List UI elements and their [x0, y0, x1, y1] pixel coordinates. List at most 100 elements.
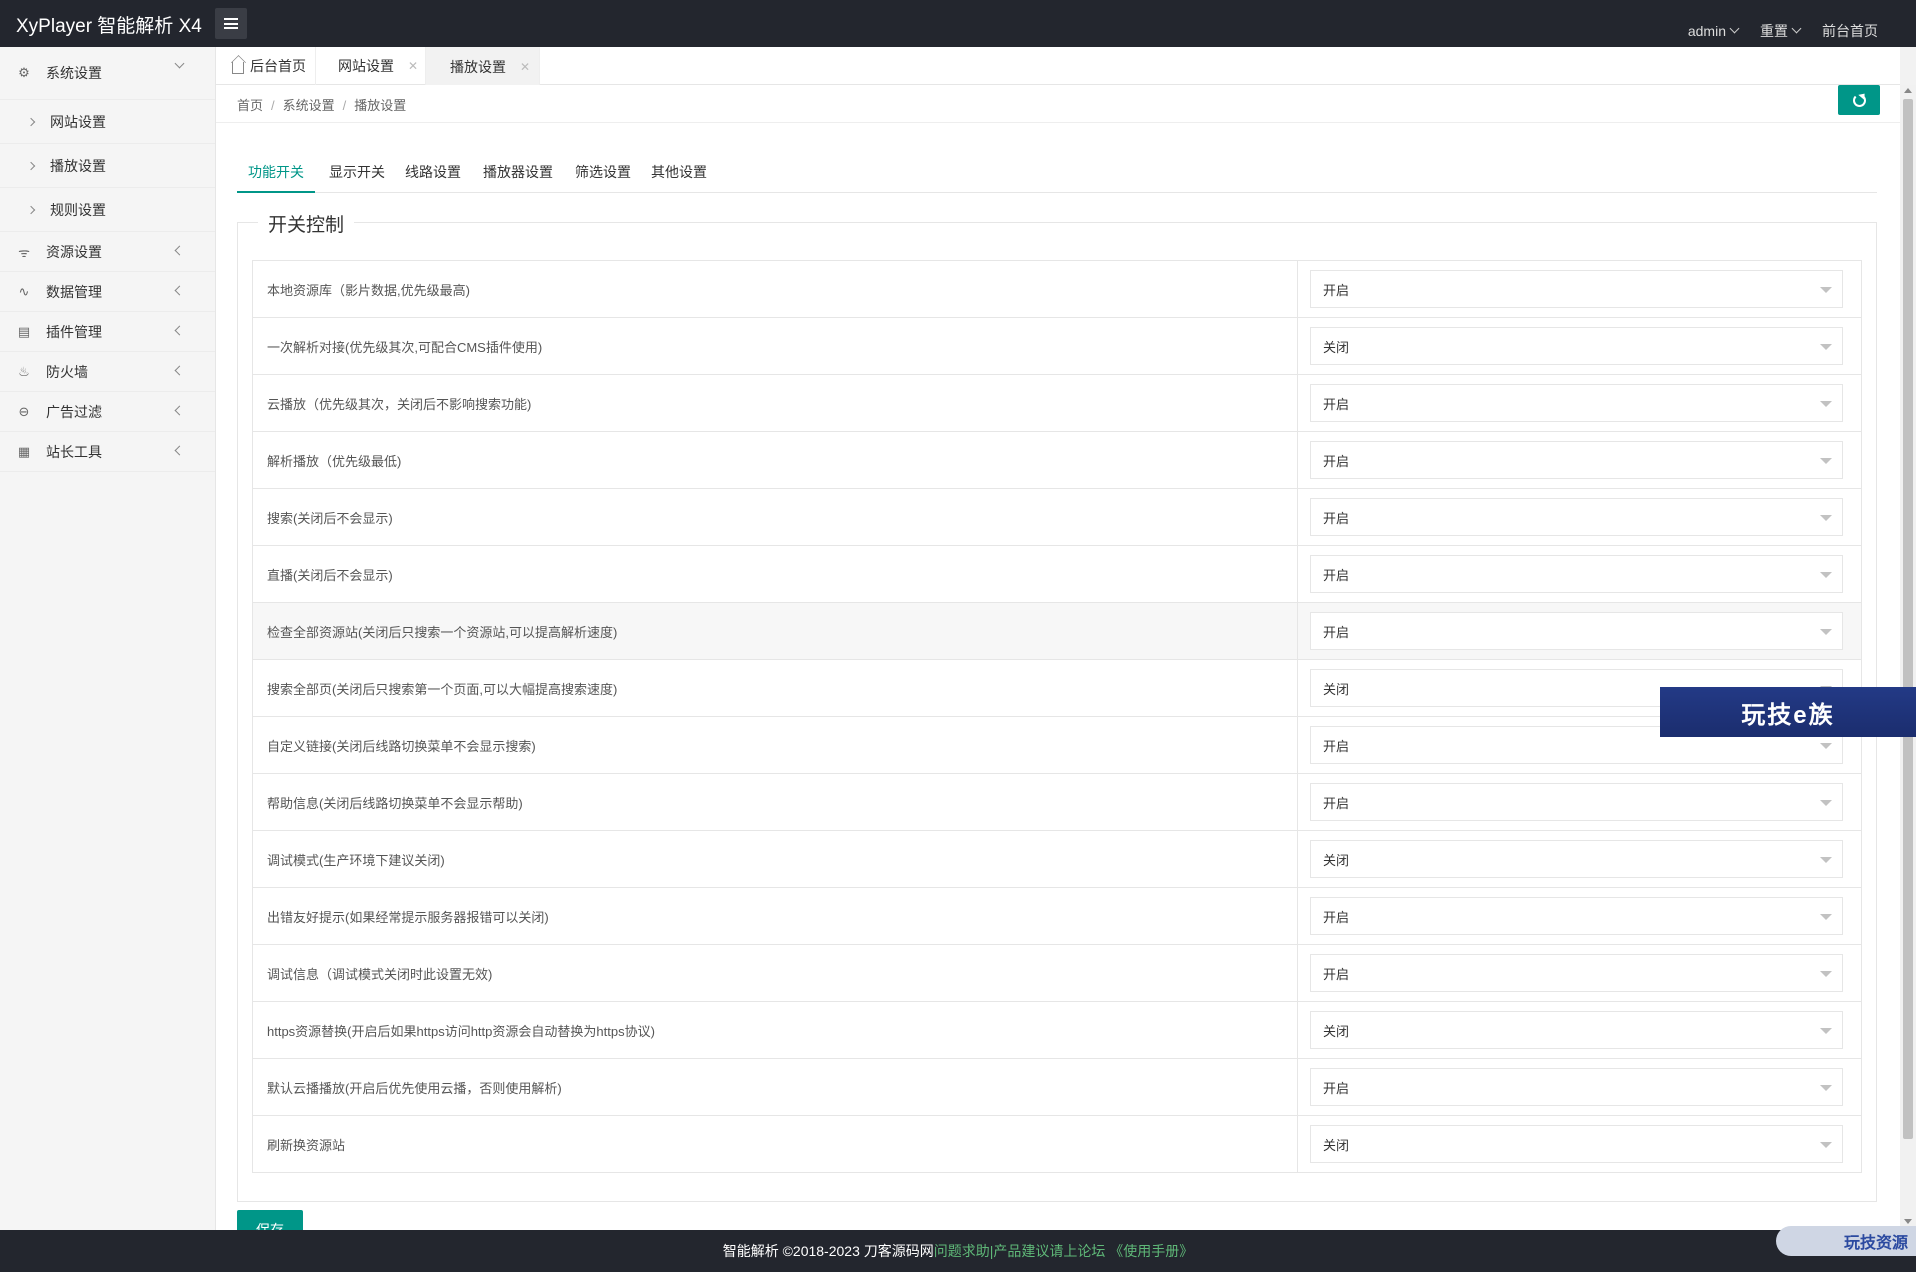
setting-select[interactable]: 关闭: [1310, 327, 1843, 365]
close-icon[interactable]: ✕: [408, 59, 418, 73]
setting-label: 检查全部资源站(关闭后只搜索一个资源站,可以提高解析速度): [253, 603, 1298, 659]
setting-value-cell: 关闭: [1298, 1116, 1861, 1172]
settings-tabs: 功能开关 显示开关 线路设置 播放器设置 筛选设置 其他设置: [237, 151, 1877, 193]
refresh-icon: [1852, 93, 1866, 107]
setting-value-cell: 开启: [1298, 603, 1861, 659]
sidebar-item-firewall[interactable]: ♨ 防火墙: [0, 352, 215, 392]
setting-row: 搜索(关闭后不会显示) 开启: [252, 489, 1862, 546]
caret-down-icon: [1820, 971, 1832, 977]
sidebar-item-webmaster-tools[interactable]: ▦ 站长工具: [0, 432, 215, 472]
sidebar-item-plugin-management[interactable]: ▤ 插件管理: [0, 312, 215, 352]
sidebar-subitem-play-settings[interactable]: 播放设置: [0, 144, 215, 188]
select-value: 开启: [1323, 1080, 1350, 1096]
sidebar-subitem-label: 网站设置: [50, 113, 106, 130]
scrollbar[interactable]: [1900, 85, 1916, 1230]
setting-row: 本地资源库（影片数据,优先级最高) 开启: [252, 261, 1862, 318]
breadcrumb-separator: /: [342, 98, 347, 113]
plugin-icon: ▤: [17, 323, 31, 339]
caret-down-icon: [1820, 914, 1832, 920]
caret-down-icon: [1820, 1085, 1832, 1091]
select-value: 开启: [1323, 624, 1350, 640]
setting-row: 刷新换资源站 关闭: [252, 1116, 1862, 1173]
fire-icon: ♨: [18, 363, 30, 379]
sidebar-item-data-management[interactable]: ∿ 数据管理: [0, 272, 215, 312]
tab-filter-settings[interactable]: 筛选设置: [573, 151, 633, 193]
footer-links[interactable]: 问题求助|产品建议请上论坛 《使用手册》: [934, 1241, 1194, 1261]
chevron-left-icon: [174, 365, 185, 376]
caret-down-icon: [1820, 401, 1832, 407]
setting-row: 直播(关闭后不会显示) 开启: [252, 546, 1862, 603]
sidebar-item-resource-settings[interactable]: ᯤ 资源设置: [0, 232, 215, 272]
page-tabs: 后台首页 网站设置 ✕ 播放设置 ✕: [216, 47, 1900, 85]
tab-route-settings[interactable]: 线路设置: [403, 151, 463, 193]
setting-select[interactable]: 开启: [1310, 441, 1843, 479]
setting-value-cell: 开启: [1298, 546, 1861, 602]
setting-select[interactable]: 关闭: [1310, 1125, 1843, 1163]
refresh-button[interactable]: [1838, 85, 1880, 115]
setting-select[interactable]: 开启: [1310, 612, 1843, 650]
setting-select[interactable]: 开启: [1310, 270, 1843, 308]
setting-select[interactable]: 开启: [1310, 1068, 1843, 1106]
setting-row: 帮助信息(关闭后线路切换菜单不会显示帮助) 开启: [252, 774, 1862, 831]
setting-label: 帮助信息(关闭后线路切换菜单不会显示帮助): [253, 774, 1298, 830]
setting-select[interactable]: 关闭: [1310, 840, 1843, 878]
frontpage-link[interactable]: 前台首页: [1822, 21, 1878, 41]
select-value: 开启: [1323, 795, 1350, 811]
setting-label: 调试信息（调试模式关闭时此设置无效): [253, 945, 1298, 1001]
top-header: XyPlayer 智能解析 X4 admin 重置 前台首页: [0, 0, 1916, 47]
caret-down-icon: [1820, 287, 1832, 293]
menu-toggle-button[interactable]: [215, 8, 247, 39]
sidebar-item-ad-filter[interactable]: ⊖ 广告过滤: [0, 392, 215, 432]
rss-icon: ᯤ: [18, 244, 30, 260]
setting-label: 搜索(关闭后不会显示): [253, 489, 1298, 545]
tab-feature-switches[interactable]: 功能开关: [237, 151, 315, 193]
setting-select[interactable]: 开启: [1310, 555, 1843, 593]
setting-select[interactable]: 开启: [1310, 897, 1843, 935]
setting-value-cell: 开启: [1298, 375, 1861, 431]
setting-select[interactable]: 开启: [1310, 498, 1843, 536]
chevron-left-icon: [174, 405, 185, 416]
breadcrumb-system[interactable]: 系统设置: [283, 98, 335, 113]
caret-down-icon: [1820, 1028, 1832, 1034]
scroll-thumb[interactable]: [1903, 99, 1913, 1139]
setting-value-cell: 开启: [1298, 774, 1861, 830]
sidebar-subitem-site-settings[interactable]: 网站设置: [0, 100, 215, 144]
tab-site-settings[interactable]: 网站设置 ✕: [316, 47, 426, 85]
header-actions: admin 重置 前台首页: [1688, 21, 1878, 41]
setting-row: 出错友好提示(如果经常提示服务器报错可以关闭) 开启: [252, 888, 1862, 945]
chevron-left-icon: [174, 285, 185, 296]
tab-player-settings[interactable]: 播放器设置: [481, 151, 555, 193]
setting-select[interactable]: 开启: [1310, 384, 1843, 422]
setting-select[interactable]: 开启: [1310, 954, 1843, 992]
setting-label: 搜索全部页(关闭后只搜索第一个页面,可以大幅提高搜索速度): [253, 660, 1298, 716]
close-icon[interactable]: ✕: [520, 60, 530, 74]
breadcrumb-home[interactable]: 首页: [237, 98, 263, 113]
sidebar-item-system-settings[interactable]: ⚙ 系统设置: [0, 47, 215, 100]
select-value: 开启: [1323, 966, 1350, 982]
tab-other-settings[interactable]: 其他设置: [649, 151, 709, 193]
setting-select[interactable]: 关闭: [1310, 1011, 1843, 1049]
scroll-down-icon[interactable]: [1904, 1219, 1912, 1224]
setting-label: 本地资源库（影片数据,优先级最高): [253, 261, 1298, 317]
setting-row: 解析播放（优先级最低) 开启: [252, 432, 1862, 489]
setting-row: 调试信息（调试模式关闭时此设置无效) 开启: [252, 945, 1862, 1002]
tab-display-switches[interactable]: 显示开关: [327, 151, 387, 193]
setting-label: 调试模式(生产环境下建议关闭): [253, 831, 1298, 887]
sidebar-item-label: 资源设置: [46, 243, 102, 260]
save-button[interactable]: 保存: [237, 1210, 303, 1230]
reset-menu[interactable]: 重置: [1760, 21, 1802, 41]
user-menu[interactable]: admin: [1688, 21, 1740, 41]
sidebar-subitem-label: 规则设置: [50, 201, 106, 218]
scroll-up-icon[interactable]: [1904, 88, 1912, 93]
setting-label: 一次解析对接(优先级其次,可配合CMS插件使用): [253, 318, 1298, 374]
tab-play-settings[interactable]: 播放设置 ✕: [426, 47, 540, 85]
divider: [216, 122, 1900, 123]
chevron-down-icon: [1729, 23, 1740, 34]
caret-down-icon: [1820, 629, 1832, 635]
select-value: 开启: [1323, 396, 1350, 412]
tab-admin-home[interactable]: 后台首页: [216, 47, 316, 85]
sidebar-subitem-rule-settings[interactable]: 规则设置: [0, 188, 215, 232]
setting-value-cell: 开启: [1298, 489, 1861, 545]
setting-select[interactable]: 开启: [1310, 783, 1843, 821]
select-value: 关闭: [1323, 339, 1350, 355]
